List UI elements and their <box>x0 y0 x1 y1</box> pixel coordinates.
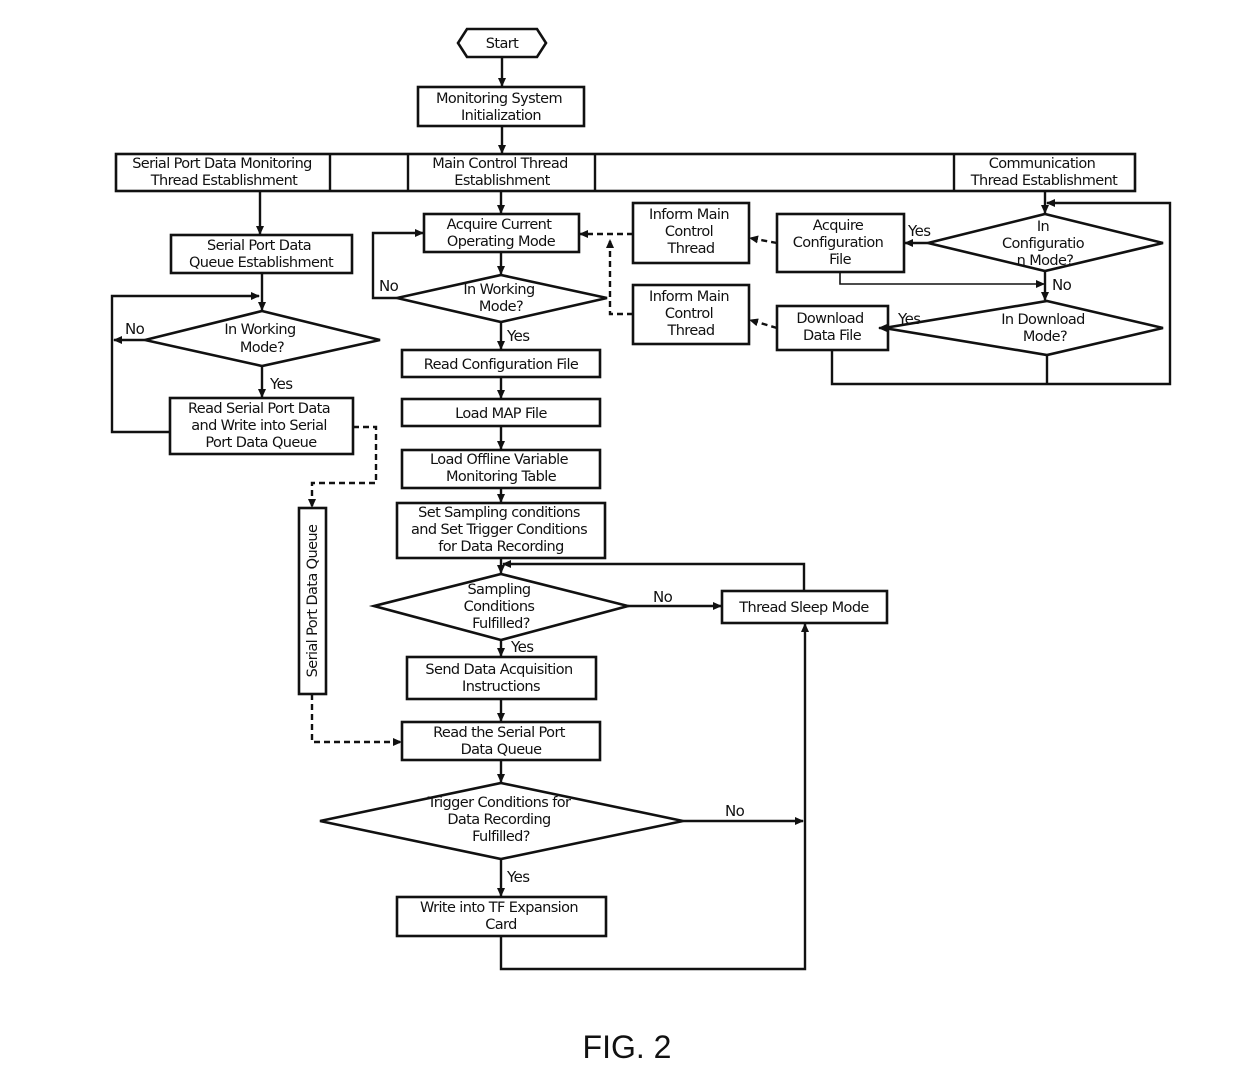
label-no-serial: No <box>125 320 145 338</box>
download-mode-decision <box>883 299 1164 357</box>
read-serial-label: Read Serial Port Data and Write into Ser… <box>188 401 334 451</box>
label-yes-config: Yes <box>907 222 931 240</box>
label-no-sampling: No <box>653 588 673 606</box>
label-yes-trigger: Yes <box>506 868 530 886</box>
flowchart: Start Monitoring System Initialization S… <box>110 27 1172 1065</box>
label-no-config: No <box>1052 276 1072 294</box>
acquire-mode-label: Acquire Current Operating Mode <box>447 217 556 250</box>
load-offline-label: Load Offline Variable Monitoring Table <box>430 452 572 485</box>
download-file-label: Download Data File <box>796 311 867 344</box>
comm-thread-label: Communication Thread Establishment <box>970 156 1118 189</box>
label-no-main: No <box>379 277 399 295</box>
label-yes-serial: Yes <box>269 375 293 393</box>
start-label: Start <box>486 36 519 52</box>
figure-caption: FIG. 2 <box>583 1029 672 1065</box>
label-yes-main: Yes <box>506 327 530 345</box>
label-yes-download: Yes <box>897 310 921 328</box>
connectors <box>110 57 1172 971</box>
load-map-label: Load MAP File <box>455 406 547 422</box>
serial-queue-label: Serial Port Data Queue <box>305 524 321 677</box>
sampling-label: Sampling Conditions Fulfilled? <box>464 582 539 632</box>
thread-sleep-label: Thread Sleep Mode <box>738 600 869 616</box>
label-yes-sampling: Yes <box>510 638 534 656</box>
label-no-trigger: No <box>725 802 745 820</box>
serial-queue-est-label: Serial Port Data Queue Establishment <box>189 238 334 271</box>
serial-working-decision <box>144 309 381 368</box>
read-config-label: Read Configuration File <box>424 357 579 373</box>
serial-thread-label: Serial Port Data Monitoring Thread Estab… <box>132 156 316 189</box>
